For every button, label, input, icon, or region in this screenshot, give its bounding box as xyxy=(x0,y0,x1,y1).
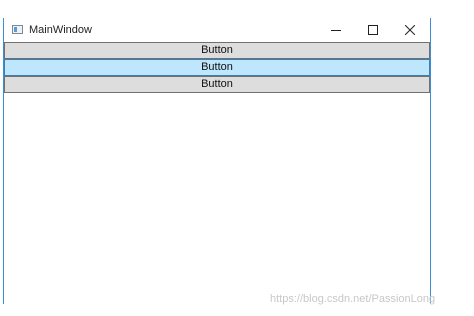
minimize-button[interactable] xyxy=(318,18,354,42)
button-3[interactable]: Button xyxy=(4,76,430,93)
close-button[interactable] xyxy=(392,18,428,42)
window-content: Button Button Button xyxy=(4,42,430,93)
main-window: MainWindow Button Button Button xyxy=(3,18,431,304)
close-icon xyxy=(405,25,415,35)
minimize-icon xyxy=(331,30,341,31)
title-bar[interactable]: MainWindow xyxy=(4,18,430,42)
app-window-icon xyxy=(12,25,23,34)
button-1[interactable]: Button xyxy=(4,42,430,59)
maximize-button[interactable] xyxy=(355,18,391,42)
watermark: https://blog.csdn.net/PassionLong xyxy=(270,293,436,305)
window-title: MainWindow xyxy=(29,24,92,36)
button-2[interactable]: Button xyxy=(4,59,430,76)
maximize-icon xyxy=(368,25,378,35)
